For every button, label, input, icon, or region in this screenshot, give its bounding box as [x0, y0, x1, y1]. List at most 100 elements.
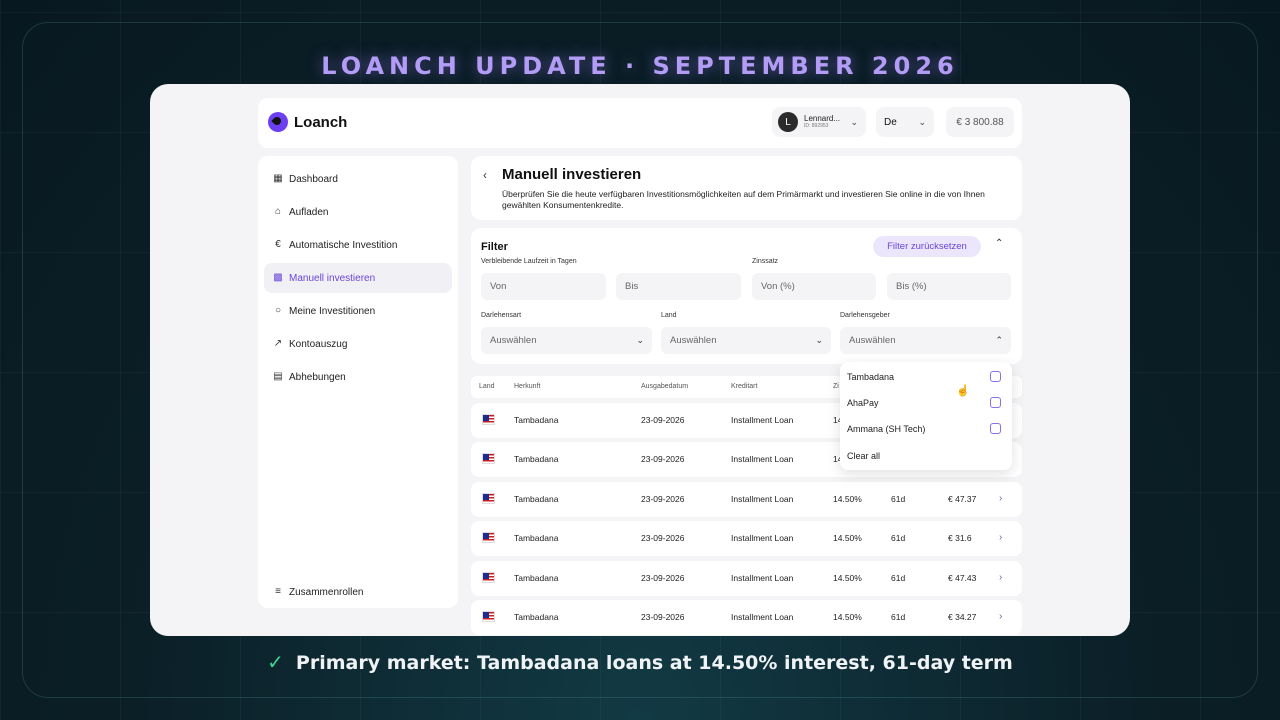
column-header-origin: Herkunft	[514, 383, 541, 390]
checkbox-tambadana[interactable]	[990, 371, 1001, 382]
sidebar-collapse-button[interactable]: ≡ Zusammenrollen	[264, 577, 452, 607]
select-placeholder: Auswählen	[490, 335, 537, 346]
table-row[interactable]: Tambadana 23-09-2026 Installment Loan 14…	[471, 561, 1022, 596]
cell-date: 23-09-2026	[641, 612, 685, 622]
back-arrow-icon[interactable]: ‹	[483, 168, 487, 182]
table-row[interactable]: Tambadana 23-09-2026 Installment Loan 14…	[471, 482, 1022, 517]
term-from-input[interactable]: Von	[481, 273, 606, 300]
lender-select[interactable]: Auswählen ⌃	[840, 327, 1011, 354]
cell-origin: Tambadana	[514, 533, 559, 543]
chevron-right-icon[interactable]: ›	[999, 493, 1002, 504]
chevron-down-icon: ⌄	[636, 335, 644, 345]
chevron-right-icon[interactable]: ›	[999, 611, 1002, 622]
user-menu[interactable]: L Lennard... ID: 892953 ⌄	[772, 107, 866, 137]
malaysia-flag-icon	[482, 532, 495, 543]
bank-icon: ⌂	[274, 206, 282, 217]
malaysia-flag-icon	[482, 453, 495, 464]
sidebar-collapse-label: Zusammenrollen	[289, 586, 364, 598]
malaysia-flag-icon	[482, 493, 495, 504]
chevron-right-icon[interactable]: ›	[999, 572, 1002, 583]
chevron-down-icon: ⌄	[850, 116, 858, 127]
cell-term: 61d	[891, 533, 906, 543]
chevron-down-icon: ⌄	[918, 116, 926, 127]
cell-date: 23-09-2026	[641, 573, 685, 583]
dropdown-option-tambadana[interactable]: Tambadana	[847, 372, 894, 382]
chevron-right-icon[interactable]: ›	[999, 532, 1002, 543]
cell-origin: Tambadana	[514, 494, 559, 504]
sidebar-item-label: Kontoauszug	[289, 338, 348, 350]
checkbox-ahapay[interactable]	[990, 397, 1001, 408]
caption-text: Primary market: Tambadana loans at 14.50…	[295, 652, 1013, 674]
hand-cursor-icon: ☝	[956, 385, 970, 397]
cell-type: Installment Loan	[731, 454, 794, 464]
manual-invest-icon: ▩	[273, 272, 283, 283]
chevron-up-icon[interactable]: ⌃	[995, 238, 1003, 249]
user-name: Lennard...	[804, 114, 841, 123]
sidebar-item-manuell-investieren[interactable]: ▩ Manuell investieren	[264, 263, 452, 293]
rate-label: Zinssatz	[752, 258, 779, 265]
sidebar-item-abhebungen[interactable]: ▤ Abhebungen	[264, 362, 452, 392]
column-header-rate: Zi	[833, 383, 839, 390]
headline: LOANCH UPDATE · SEPTEMBER 2026	[321, 52, 959, 80]
cell-amount: € 47.37	[948, 494, 977, 504]
top-bar: Loanch L Lennard... ID: 892953 ⌄ De ⌄ € …	[258, 98, 1022, 148]
sidebar-item-aufladen[interactable]: ⌂ Aufladen	[264, 197, 452, 227]
cell-amount: € 34.27	[948, 612, 977, 622]
collapse-icon: ≡	[275, 586, 281, 597]
cell-rate: 14.50%	[833, 494, 862, 504]
sidebar-item-kontoauszug[interactable]: ↗ Kontoauszug	[264, 329, 452, 359]
euro-icon: €	[275, 239, 281, 250]
term-to-input[interactable]: Bis	[616, 273, 741, 300]
user-id: ID: 892953	[804, 123, 829, 129]
sidebar-item-automatische-investition[interactable]: € Automatische Investition	[264, 230, 452, 260]
table-row[interactable]: Tambadana 23-09-2026 Installment Loan 14…	[471, 600, 1022, 635]
check-icon: ✓	[267, 650, 284, 674]
cell-type: Installment Loan	[731, 494, 794, 504]
column-header-country: Land	[479, 383, 495, 390]
cell-rate: 14.50%	[833, 533, 862, 543]
chevron-up-icon: ⌃	[995, 335, 1003, 345]
cell-term: 61d	[891, 573, 906, 583]
chart-icon: ↗	[273, 338, 283, 349]
sidebar-item-label: Abhebungen	[289, 371, 346, 383]
malaysia-flag-icon	[482, 611, 495, 622]
cell-amount: € 31.6	[948, 533, 972, 543]
language-select[interactable]: De ⌄	[876, 107, 934, 137]
rate-to-input[interactable]: Bis (%)	[887, 273, 1011, 300]
cell-date: 23-09-2026	[641, 494, 685, 504]
malaysia-flag-icon	[482, 414, 495, 425]
rate-from-input[interactable]: Von (%)	[752, 273, 876, 300]
sidebar-item-label: Meine Investitionen	[289, 305, 376, 317]
logo[interactable]: Loanch	[268, 112, 347, 132]
sidebar-item-dashboard[interactable]: ▦ Dashboard	[264, 164, 452, 194]
cell-type: Installment Loan	[731, 415, 794, 425]
sidebar-item-meine-investitionen[interactable]: ○ Meine Investitionen	[264, 296, 452, 326]
loan-type-select[interactable]: Auswählen ⌄	[481, 327, 652, 354]
logo-text: Loanch	[294, 113, 348, 131]
filter-panel: Filter Filter zurücksetzen ⌃ Verbleibend…	[471, 228, 1022, 364]
cell-amount: € 47.43	[948, 573, 977, 583]
dropdown-option-ammana[interactable]: Ammana (SH Tech)	[847, 424, 925, 434]
column-header-date: Ausgabedatum	[641, 383, 689, 390]
clear-all-button[interactable]: Clear all	[847, 451, 880, 461]
country-select[interactable]: Auswählen ⌄	[661, 327, 831, 354]
cell-type: Installment Loan	[731, 573, 794, 583]
page-title: Manuell investieren	[502, 166, 642, 183]
page-header: ‹ Manuell investieren Überprüfen Sie die…	[471, 156, 1022, 220]
country-label: Land	[661, 312, 677, 319]
term-label: Verbleibende Laufzeit in Tagen	[481, 258, 577, 265]
cell-rate: 14.50%	[833, 573, 862, 583]
column-header-type: Kreditart	[731, 383, 758, 390]
chevron-down-icon: ⌄	[815, 335, 823, 345]
caption: ✓ Primary market: Tambadana loans at 14.5…	[0, 650, 1280, 674]
checkbox-ammana[interactable]	[990, 423, 1001, 434]
cell-origin: Tambadana	[514, 612, 559, 622]
cell-origin: Tambadana	[514, 454, 559, 464]
reset-filter-button[interactable]: Filter zurücksetzen	[873, 236, 981, 257]
table-row[interactable]: Tambadana 23-09-2026 Installment Loan 14…	[471, 521, 1022, 556]
piggy-bank-icon: ○	[274, 305, 282, 316]
lender-dropdown-menu: Tambadana AhaPay Ammana (SH Tech) Clear …	[840, 362, 1012, 470]
dropdown-option-ahapay[interactable]: AhaPay	[847, 398, 879, 408]
cash-icon: ▤	[273, 371, 283, 382]
select-placeholder: Auswählen	[670, 335, 717, 346]
